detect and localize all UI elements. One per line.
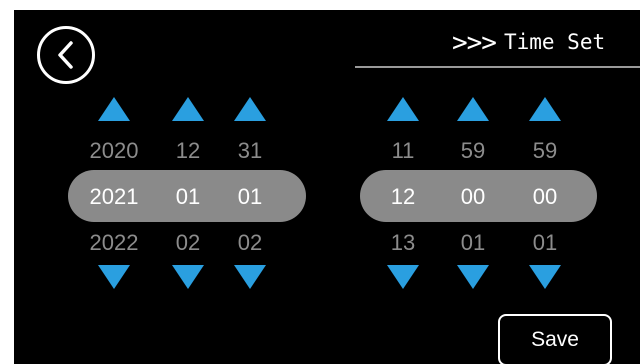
second-next: 01 xyxy=(532,230,558,255)
year-up-button[interactable] xyxy=(98,97,130,121)
screen-border-top xyxy=(0,0,640,10)
screen-border-left xyxy=(0,0,14,364)
save-button[interactable]: Save xyxy=(498,314,612,364)
hour-down-button[interactable] xyxy=(387,265,419,289)
chevron-left-icon xyxy=(58,41,73,69)
hour-up-button[interactable] xyxy=(387,97,419,121)
time-set-screen: >>> Time Set 2020 2021 2022 12 01 02 31 0… xyxy=(0,0,640,364)
chevrons-icon: >>> xyxy=(452,28,497,58)
minute-up-button[interactable] xyxy=(457,97,489,121)
page-title-text: Time Set xyxy=(503,30,606,54)
minute-down-button[interactable] xyxy=(457,265,489,289)
second-down-button[interactable] xyxy=(529,265,561,289)
header-divider xyxy=(355,66,640,68)
day-prev: 31 xyxy=(237,138,263,163)
year-down-button[interactable] xyxy=(98,265,130,289)
day-down-button[interactable] xyxy=(234,265,266,289)
second-current[interactable]: 00 xyxy=(500,184,590,210)
page-title: >>> Time Set xyxy=(452,28,605,58)
second-up-button[interactable] xyxy=(529,97,561,121)
back-button[interactable] xyxy=(37,26,95,84)
second-prev: 59 xyxy=(532,138,558,163)
month-down-button[interactable] xyxy=(172,265,204,289)
day-next: 02 xyxy=(237,230,263,255)
day-up-button[interactable] xyxy=(234,97,266,121)
month-up-button[interactable] xyxy=(172,97,204,121)
day-current[interactable]: 01 xyxy=(205,184,295,210)
